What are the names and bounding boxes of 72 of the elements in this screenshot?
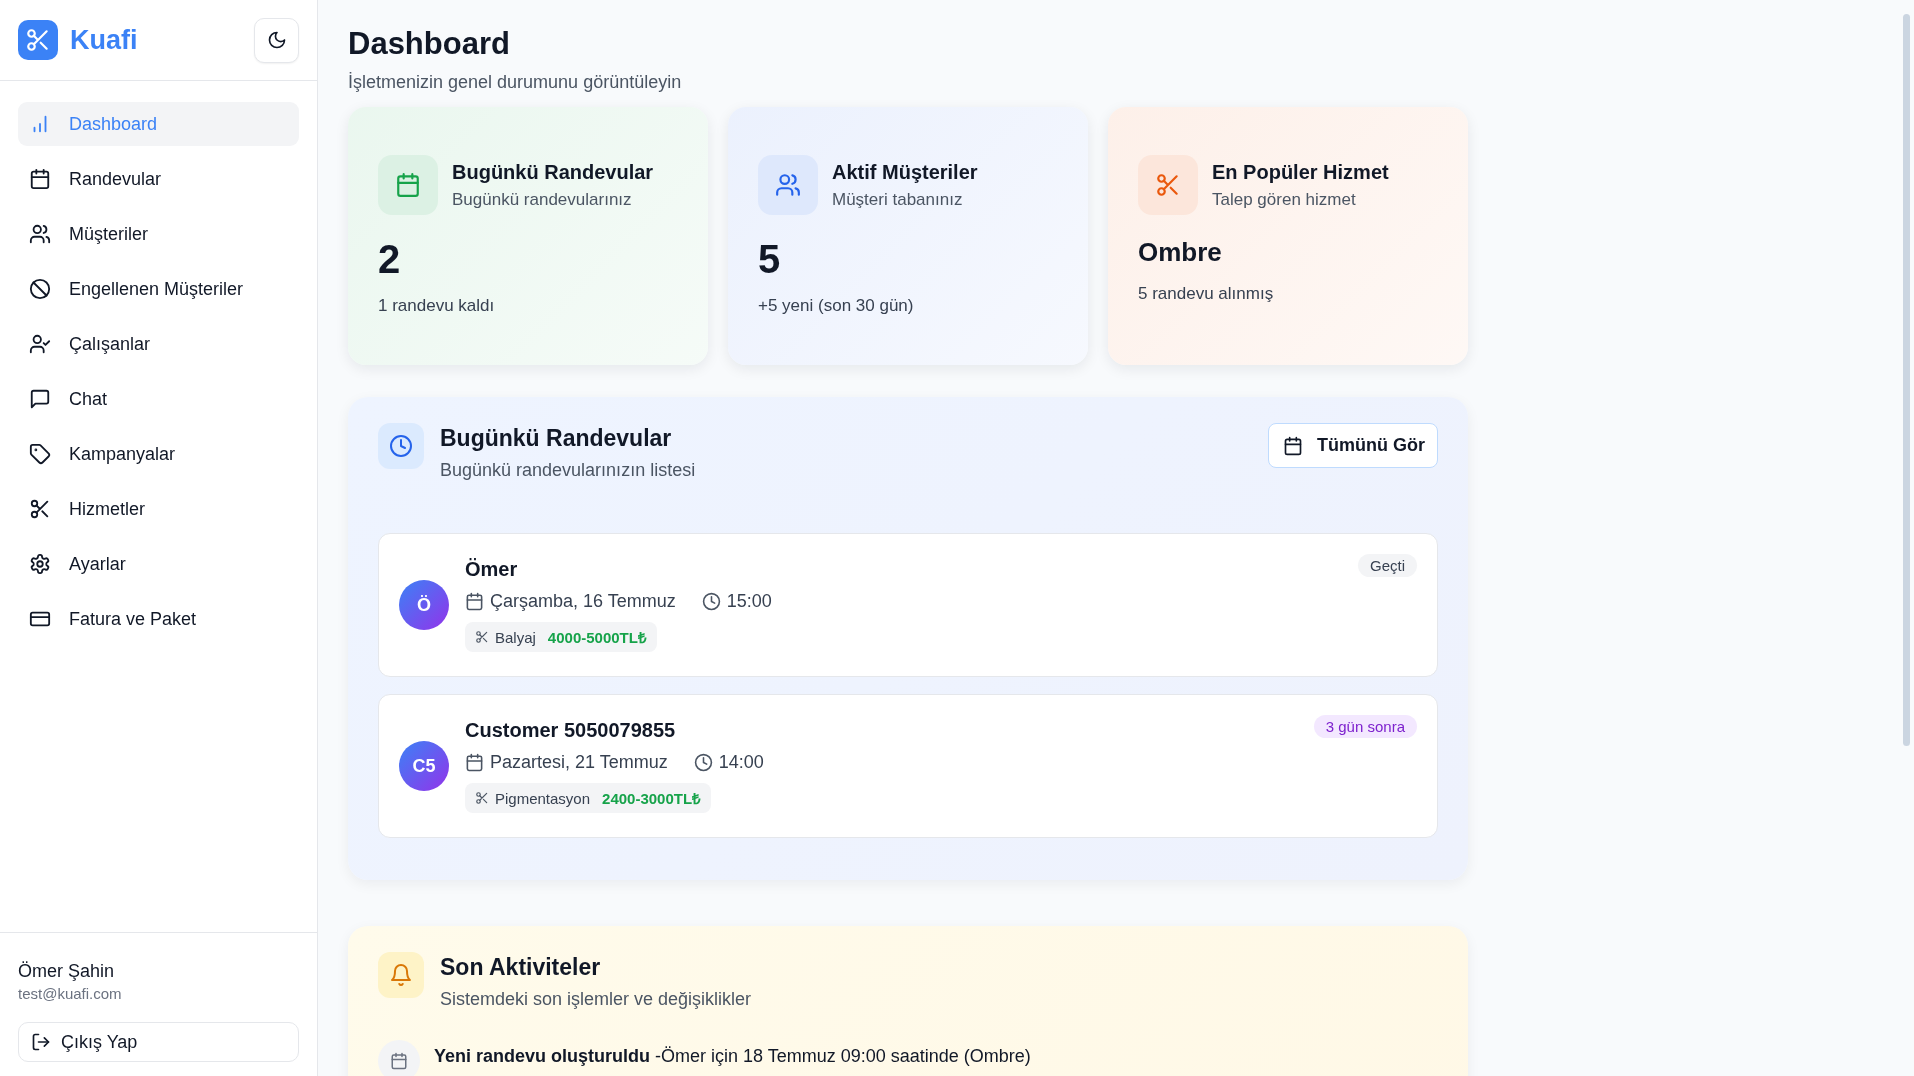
logout-icon — [31, 1032, 51, 1052]
user-name: Ömer Şahin — [18, 961, 116, 982]
customer-name: Customer 5050079855 — [465, 719, 676, 742]
avatar: Ö — [399, 580, 449, 630]
nav-item[interactable]: Fatura ve Paket — [18, 597, 299, 641]
tag-icon — [29, 443, 51, 465]
nav-item[interactable]: Randevular — [18, 157, 299, 201]
nav-item[interactable]: Müşteriler — [18, 212, 299, 256]
appointment-time: 15:00 — [726, 591, 772, 612]
scissors-icon — [475, 791, 489, 805]
bell-icon — [389, 963, 413, 987]
appointment-time: 14:00 — [718, 752, 764, 773]
panel-title: Son Aktiviteler — [440, 954, 602, 981]
card-title: Bugünkü Randevular — [452, 160, 654, 184]
activity-text: Yeni randevu oluşturuldu -Ömer için 18 Temmuz 09:00 saatinde (Ombre) — [434, 1046, 1031, 1067]
appointment-date: Çarşamba, 16 Temmuz — [490, 591, 676, 612]
status-badge: Geçti — [1358, 554, 1417, 577]
person-check-icon — [29, 333, 51, 355]
settings-icon — [29, 553, 51, 575]
scissors-icon — [29, 498, 51, 520]
stat-value: 2 — [378, 237, 402, 282]
clock-icon — [693, 753, 713, 772]
stat-note: 1 randevu kaldı — [378, 296, 496, 316]
ban-icon — [29, 278, 51, 300]
page-title: Dashboard — [348, 26, 511, 62]
brand-name: Kuafi — [70, 24, 139, 56]
card-title: Aktif Müşteriler — [832, 160, 978, 184]
appointment-card[interactable]: Ö Ömer Çarşamba, 16 Temmuz 15:00 Balyaj 4000-5000TL₺ Geçti — [378, 533, 1438, 677]
card-title: En Popüler Hizmet — [1212, 160, 1389, 184]
card-subtitle: Bugünkü randevularınız — [452, 189, 633, 210]
people-icon — [29, 223, 51, 245]
nav-item[interactable]: Chat — [18, 377, 299, 421]
nav-item[interactable]: Kampanyalar — [18, 432, 299, 476]
appointment-card[interactable]: C5 Customer 5050079855 Pazartesi, 21 Temmuz 14:00 Pigmentasyon 2400-3000TL₺ 3 gün sonra — [378, 694, 1438, 838]
customer-name: Ömer — [465, 558, 518, 581]
nav-item[interactable]: Ayarlar — [18, 542, 299, 586]
nav-item[interactable]: Engellenen Müşteriler — [18, 267, 299, 311]
clock-icon — [389, 434, 413, 458]
calendar-icon — [29, 168, 51, 190]
service-label: Pigmentasyon — [495, 789, 591, 807]
view-all-button[interactable]: Tümünü Gör — [1268, 423, 1438, 468]
card-subtitle: Müşteri tabanınız — [832, 189, 964, 210]
nav-item[interactable]: Çalışanlar — [18, 322, 299, 366]
calendar-icon — [1283, 435, 1303, 456]
service-name: Ombre — [1138, 237, 1223, 268]
service-label: Balyaj — [495, 628, 536, 646]
scrollbar-thumb[interactable] — [1902, 14, 1910, 746]
page-subtitle: İşletmenizin genel durumunu görüntüleyin — [348, 72, 683, 93]
panel-subtitle: Sistemdeki son işlemler ve değişiklikler — [440, 989, 753, 1010]
calendar-icon — [465, 753, 484, 772]
avatar: C5 — [399, 741, 449, 791]
scissors-icon — [475, 630, 489, 644]
moon-icon — [266, 30, 287, 50]
chat-bubble-icon — [29, 388, 51, 410]
logout-button[interactable]: Çıkış Yap — [18, 1022, 299, 1062]
user-email: test@kuafi.com — [18, 985, 123, 1002]
panel-subtitle: Bugünkü randevularınızın listesi — [440, 460, 697, 481]
calendar-icon — [465, 592, 484, 611]
stat-note: +5 yeni (son 30 gün) — [758, 296, 915, 316]
price: 4000-5000TL₺ — [547, 628, 647, 647]
theme-toggle-button[interactable] — [254, 17, 299, 63]
status-badge: 3 gün sonra — [1313, 715, 1417, 738]
appointment-date: Pazartesi, 21 Temmuz — [490, 752, 668, 773]
card-subtitle: Talep gören hizmet — [1212, 189, 1357, 210]
stat-value: 5 — [758, 237, 782, 282]
calendar-icon — [390, 1052, 408, 1070]
price: 2400-3000TL₺ — [602, 789, 702, 808]
stat-note: 5 randevu alınmış — [1138, 284, 1275, 304]
panel-title: Bugünkü Randevular — [440, 425, 673, 452]
nav-item[interactable]: Hizmetler — [18, 487, 299, 531]
logo-icon — [18, 20, 58, 60]
clock-icon — [701, 592, 721, 611]
